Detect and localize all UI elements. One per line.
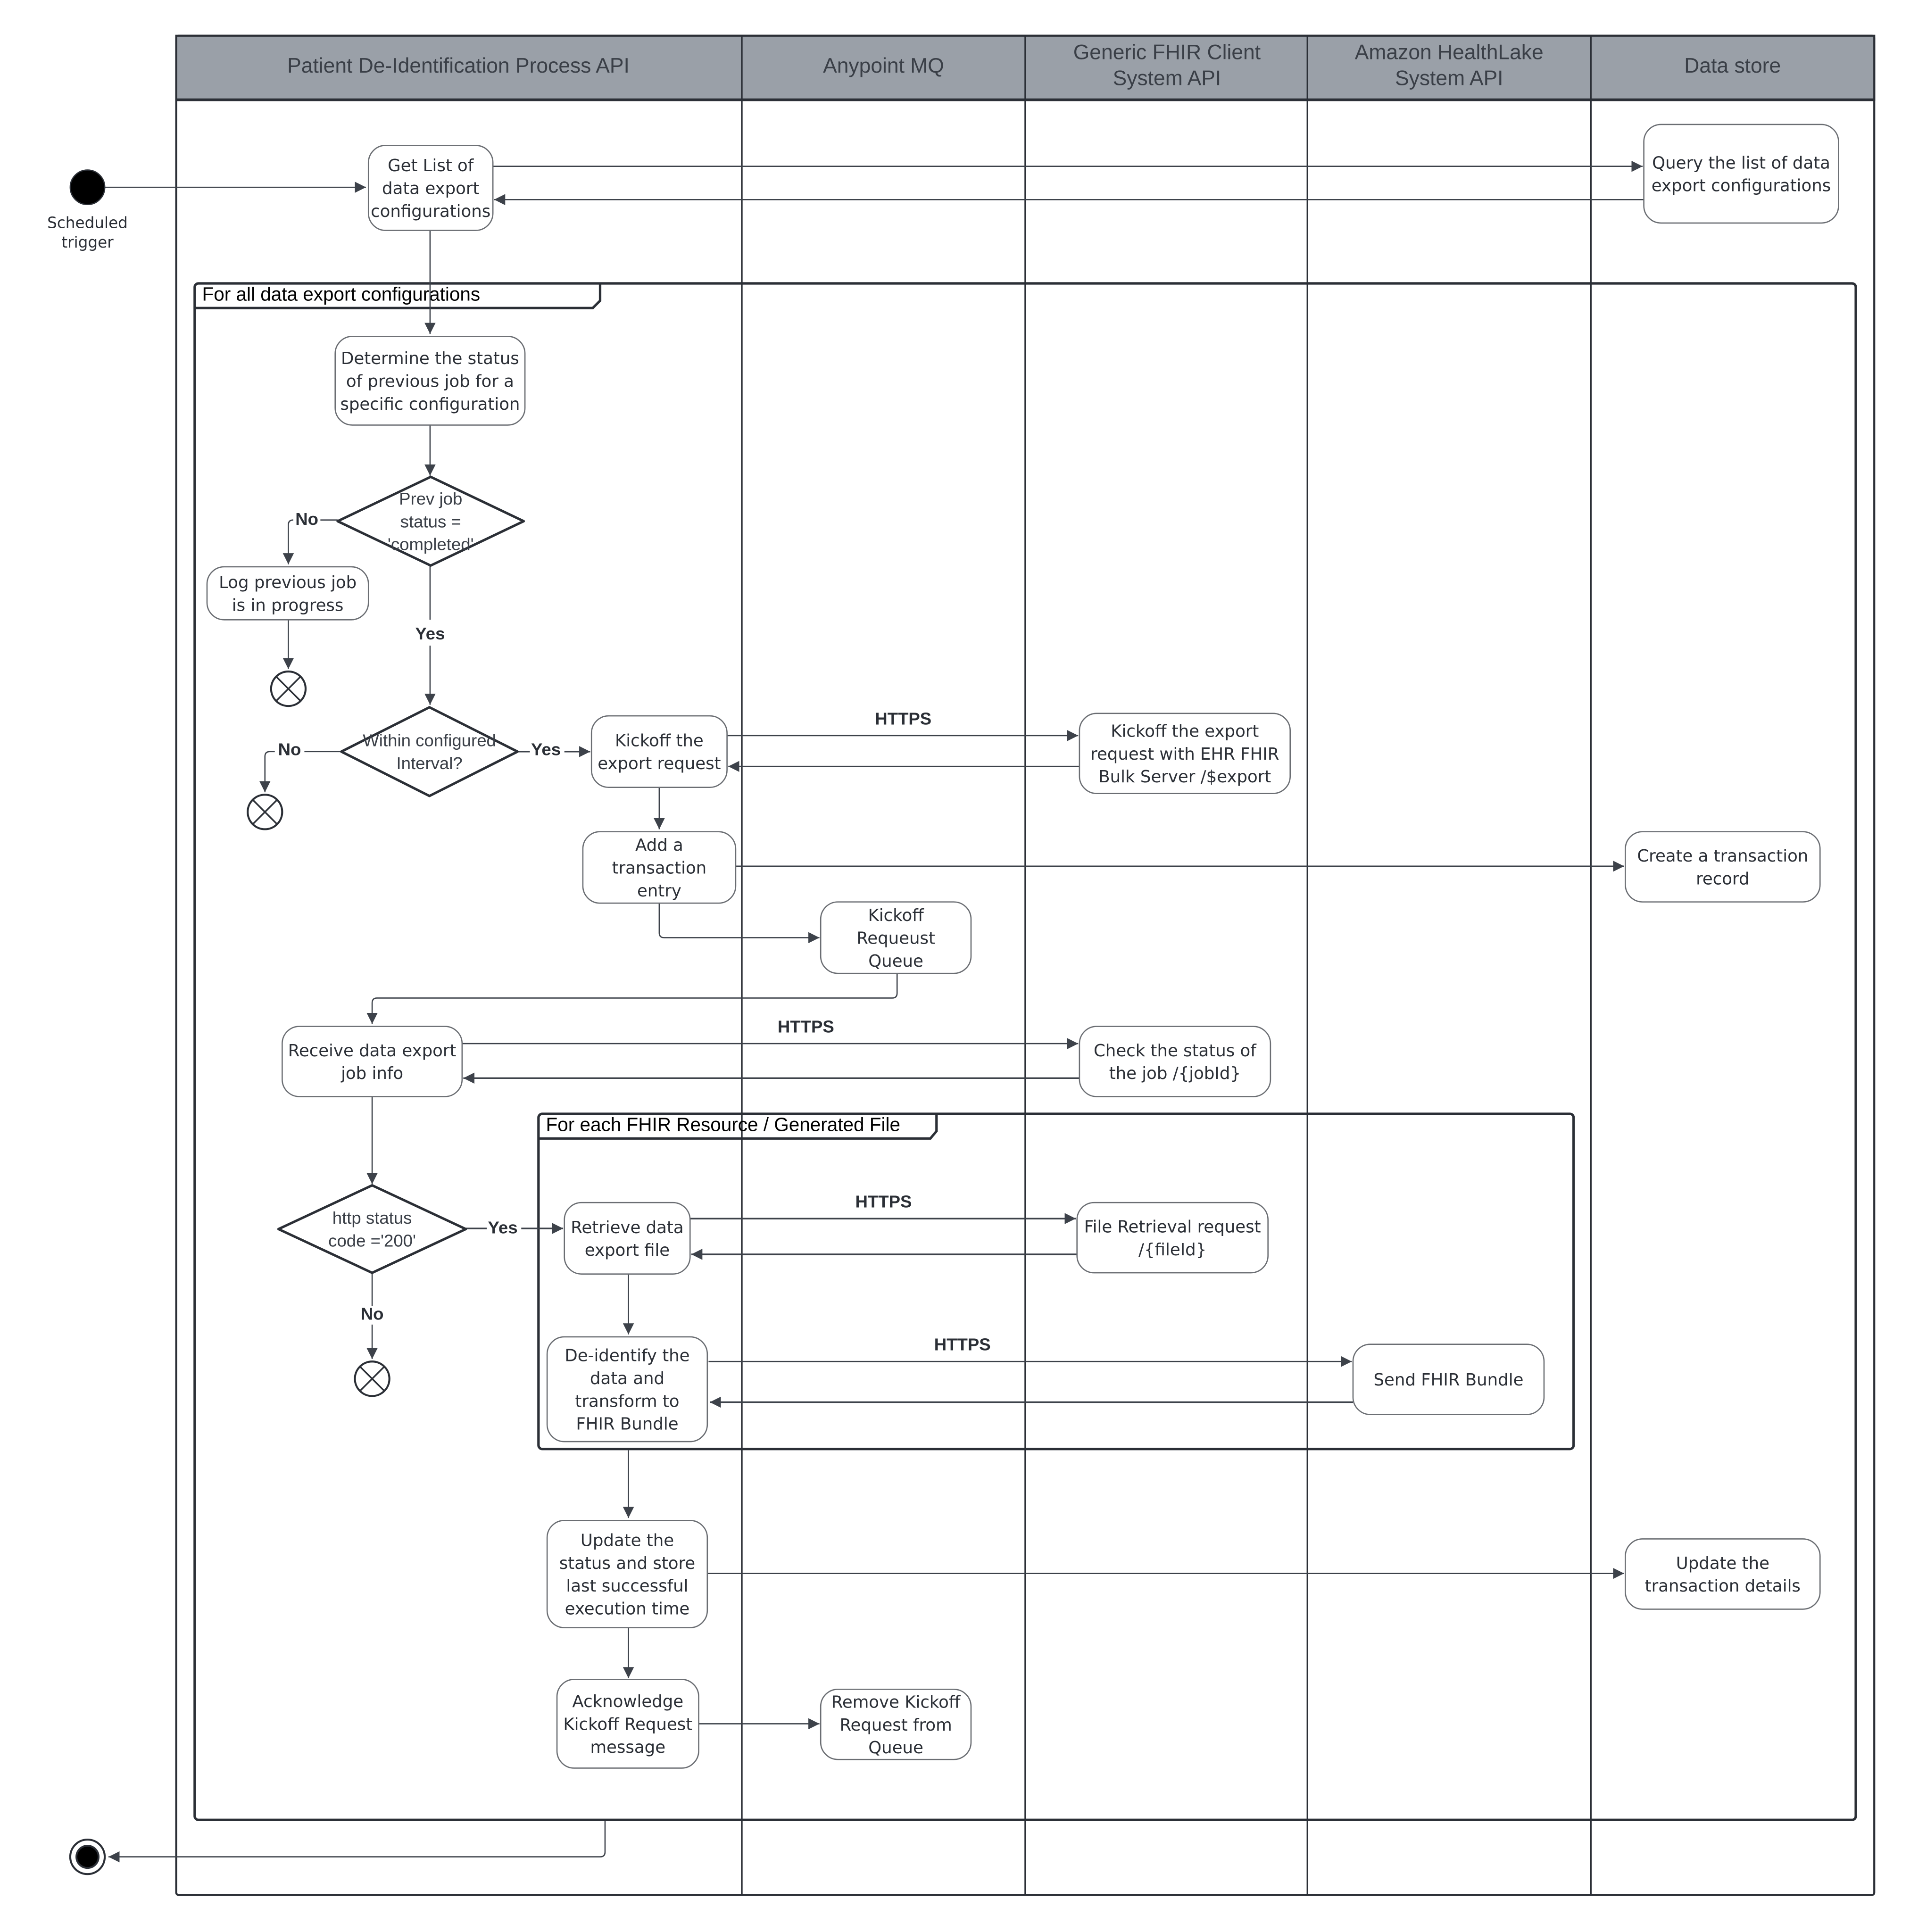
action-deidentify[interactable]: De-identify the data and transform to FHIR … [546, 1336, 708, 1443]
node-label: Kickoff the export request with EHR FHIR B… [1090, 722, 1279, 787]
action-retrieve-file[interactable]: Retrieve data export file [564, 1202, 691, 1275]
action-file-retrieval[interactable]: File Retrieval request/{fileId} [1076, 1202, 1269, 1274]
label-https: HTTPS [875, 709, 931, 728]
action-remove-kickoff[interactable]: Remove Kickoff Request from Queue [820, 1688, 972, 1760]
label-no: No [278, 740, 301, 759]
action-get-list[interactable]: Get List of data export configurations [367, 145, 494, 231]
label-https: HTTPS [855, 1192, 912, 1211]
lane-header-mq: Anypoint MQ [823, 54, 944, 77]
node-shape [1079, 1026, 1271, 1097]
action-update-transaction[interactable]: Update the transaction details [1625, 1538, 1821, 1610]
action-kickoff-queue[interactable]: Kickoff Requeust Queue [820, 901, 972, 974]
label-no: No [295, 509, 318, 529]
action-determine-status[interactable]: Determine the status of previous job for … [334, 336, 526, 426]
action-kickoff-ehr[interactable]: Kickoff the export request with EHR FHIR B… [1079, 713, 1291, 795]
start-node: Scheduled trigger [47, 169, 128, 251]
node-label: Determine the status of previous job for … [340, 349, 520, 414]
node-shape [590, 715, 728, 788]
frame-label: For all data export configurations [202, 283, 481, 305]
lane-header-process: Patient De-Identification Process API [287, 54, 630, 77]
node-shape [1625, 831, 1821, 903]
action-check-status[interactable]: Check the status of the job /{jobId} [1079, 1026, 1271, 1097]
flow-final-icon [354, 1360, 390, 1397]
action-receive-job-info[interactable]: Receive data export job info [282, 1026, 463, 1097]
node-shape [564, 1202, 691, 1275]
node-label: Get List of data export configurations [371, 156, 490, 221]
label-https: HTTPS [778, 1017, 834, 1036]
activity-diagram: Patient De-Identification Process API An… [47, 34, 1876, 1896]
action-add-transaction[interactable]: Add a transaction entry [582, 831, 737, 904]
lane-header-datastore: Data store [1684, 54, 1781, 77]
label-yes: Yes [488, 1218, 518, 1237]
node-label: Prev job status ='completed' [388, 489, 474, 554]
start-label: Scheduled trigger [47, 214, 128, 251]
flow-final-icon [270, 670, 307, 707]
action-create-transaction[interactable]: Create a transaction record [1625, 831, 1821, 903]
action-log-in-progress[interactable]: Log previous job is in progress [206, 566, 369, 621]
flow-final-icon [247, 794, 283, 830]
action-send-bundle[interactable]: Send FHIR Bundle [1352, 1343, 1545, 1415]
node-label: Send FHIR Bundle [1373, 1370, 1523, 1390]
label-https: HTTPS [934, 1335, 991, 1354]
swimlane-pool: Patient De-Identification Process API An… [175, 34, 1876, 1896]
action-query-list[interactable]: Query the list of data export configurati… [1643, 124, 1839, 224]
action-kickoff-export[interactable]: Kickoff the export request [590, 715, 728, 788]
label-yes: Yes [531, 740, 561, 759]
node-shape [1625, 1538, 1821, 1610]
label-yes: Yes [415, 624, 445, 643]
node-shape [1643, 124, 1839, 224]
node-shape [282, 1026, 463, 1097]
label-no: No [361, 1304, 384, 1323]
initial-node-icon [69, 169, 106, 206]
node-shape [1076, 1202, 1269, 1274]
action-update-status[interactable]: Update the status and store last successfu… [546, 1519, 708, 1628]
final-node-icon [69, 1838, 106, 1875]
action-acknowledge[interactable]: Acknowledge Kickoff Request message [556, 1679, 699, 1769]
frame-label: For each FHIR Resource / Generated File [546, 1114, 901, 1136]
